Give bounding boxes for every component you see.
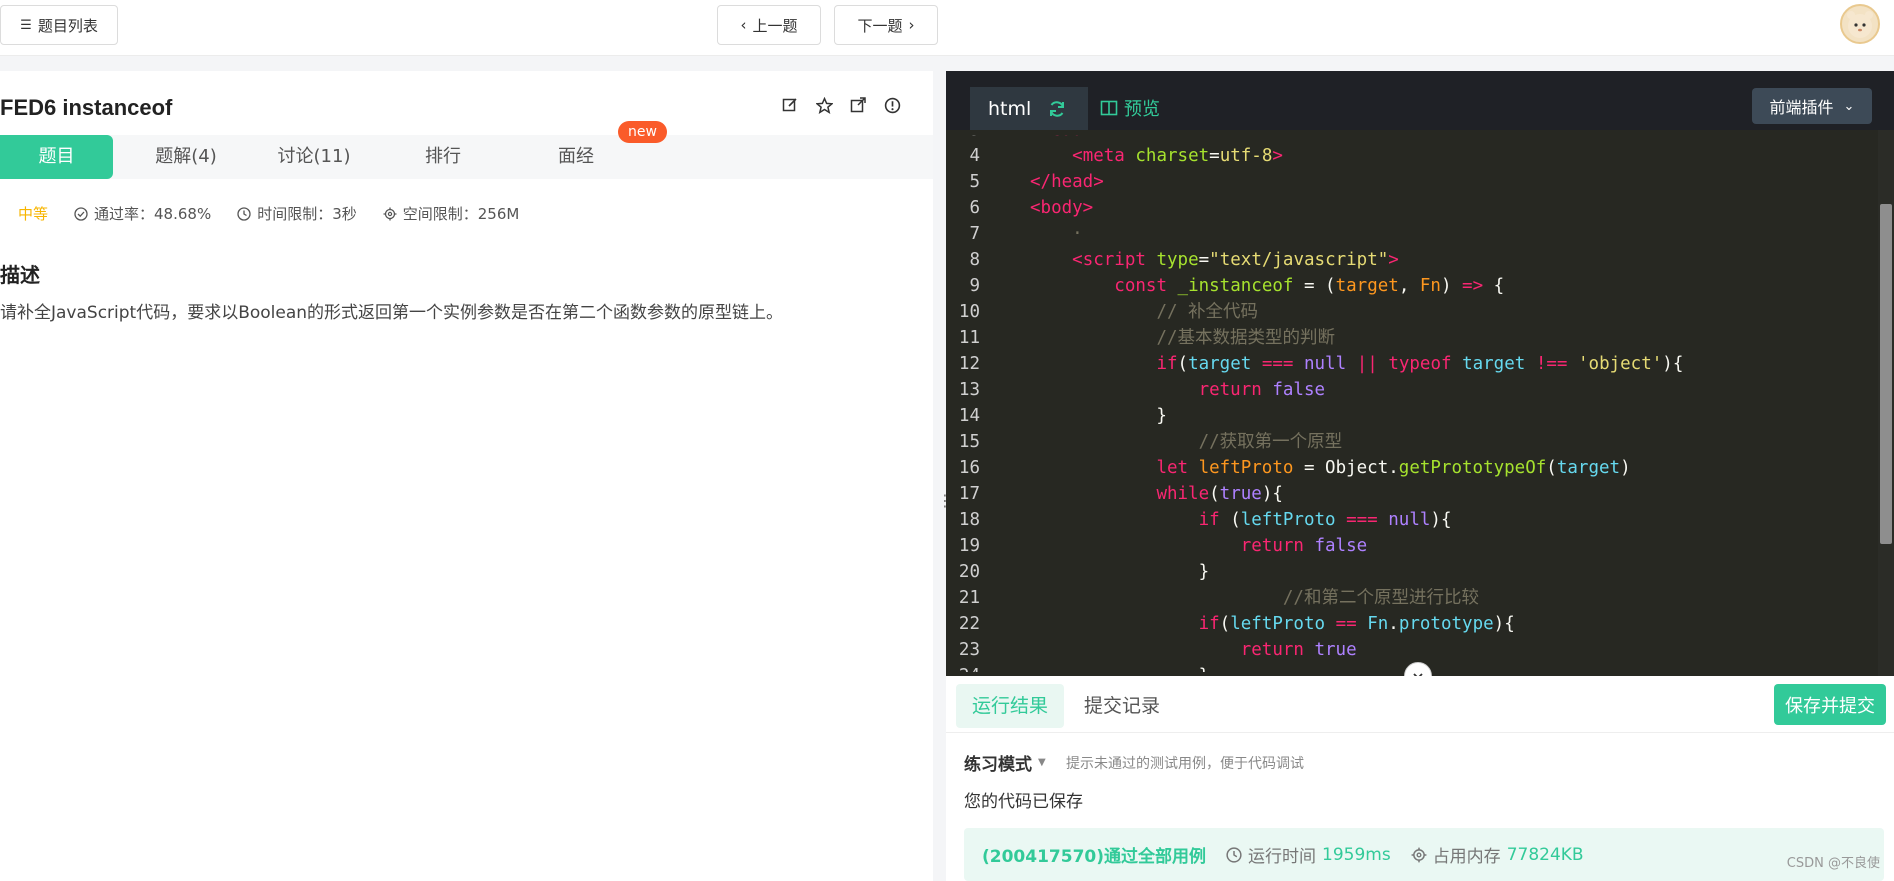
pass-rate-text: 通过率：48.68% bbox=[94, 205, 212, 223]
practice-mode-select[interactable]: 练习模式 ▼ bbox=[964, 750, 1046, 775]
scrollbar-thumb[interactable] bbox=[1880, 204, 1892, 544]
memory-stat: 占用内存 77824KB bbox=[1411, 842, 1584, 867]
tab-html-label: html bbox=[988, 97, 1032, 120]
chevron-right-icon: › bbox=[908, 16, 915, 34]
practice-mode-label: 练习模式 bbox=[964, 755, 1032, 775]
columns-icon bbox=[1100, 100, 1118, 116]
tab-submission-records[interactable]: 提交记录 bbox=[1068, 684, 1176, 728]
line-number: 24 bbox=[946, 663, 980, 672]
caret-down-icon: ▼ bbox=[1038, 757, 1046, 768]
memory-label: 占用内存 bbox=[1432, 847, 1501, 867]
line-number: 18 bbox=[958, 510, 980, 530]
chevron-left-icon: ‹ bbox=[740, 16, 747, 34]
line-number: 21 bbox=[958, 588, 980, 608]
line-number: 16 bbox=[958, 458, 980, 478]
watermark: CSDN @不良使 bbox=[1786, 856, 1880, 871]
tab-html[interactable]: html bbox=[970, 87, 1088, 130]
tab-solutions[interactable]: 题解(4) bbox=[130, 135, 242, 179]
top-bar: ☰ 题目列表 ‹ 上一题 下一题 › bbox=[0, 0, 1894, 56]
line-number: 4 bbox=[969, 146, 980, 166]
question-actions bbox=[780, 95, 902, 115]
line-number: 14 bbox=[958, 406, 980, 426]
line-number: 13 bbox=[958, 380, 980, 400]
question-title: FED6 instanceof bbox=[0, 95, 173, 120]
clock-icon bbox=[237, 206, 251, 221]
list-icon: ☰ bbox=[20, 17, 32, 33]
question-panel: FED6 instanceof 题目 题解(4) 讨论(11) 排行 面经 ne… bbox=[0, 71, 933, 881]
editor-header: html 预览 前端插件 ⌄ bbox=[946, 71, 1894, 130]
next-question-label: 下一题 bbox=[857, 16, 903, 35]
runtime-label: 运行时间 bbox=[1248, 847, 1316, 867]
line-number: 5 bbox=[969, 172, 980, 192]
new-badge: new bbox=[618, 121, 667, 143]
save-submit-button[interactable]: 保存并提交 bbox=[1774, 684, 1886, 725]
description-heading: 描述 bbox=[0, 263, 40, 287]
avatar-image bbox=[1847, 11, 1873, 38]
code-editor: html 预览 前端插件 ⌄ 3<head> 4 <meta charset=u… bbox=[946, 71, 1894, 690]
line-number: 15 bbox=[958, 432, 980, 452]
difficulty-badge: 中等 bbox=[18, 205, 49, 223]
plugin-dropdown[interactable]: 前端插件 ⌄ bbox=[1752, 88, 1872, 124]
result-tabs: 运行结果 提交记录 保存并提交 bbox=[946, 676, 1894, 733]
line-number: 11 bbox=[958, 328, 980, 348]
tab-ranking[interactable]: 排行 bbox=[387, 135, 499, 179]
tab-interview[interactable]: 面经 bbox=[520, 135, 632, 179]
line-number: 7 bbox=[969, 224, 980, 244]
line-number: 10 bbox=[958, 302, 980, 322]
editor-scrollbar[interactable] bbox=[1878, 130, 1894, 676]
space-limit: 空间限制：256M bbox=[383, 203, 520, 224]
space-limit-text: 空间限制：256M bbox=[402, 205, 520, 223]
line-number: 6 bbox=[969, 198, 980, 218]
line-number: 23 bbox=[958, 640, 980, 660]
plugin-label: 前端插件 bbox=[1769, 98, 1834, 117]
check-circle-icon bbox=[74, 206, 88, 221]
question-list-label: 题目列表 bbox=[37, 16, 98, 35]
question-tabs: 题目 题解(4) 讨论(11) 排行 面经 bbox=[0, 135, 933, 179]
line-number: 22 bbox=[958, 614, 980, 634]
refresh-icon[interactable] bbox=[1047, 99, 1067, 119]
line-number: 8 bbox=[969, 250, 980, 270]
runtime-value: 1959ms bbox=[1322, 844, 1391, 865]
question-meta: 中等 通过率：48.68% 时间限制：3秒 空间限制：256M bbox=[18, 203, 519, 224]
practice-mode-hint: 提示未通过的测试用例，便于代码调试 bbox=[1066, 756, 1304, 772]
prev-question-button[interactable]: ‹ 上一题 bbox=[717, 5, 821, 45]
tab-run-result[interactable]: 运行结果 bbox=[956, 684, 1065, 728]
preview-label: 预览 bbox=[1124, 99, 1160, 120]
code-area[interactable]: 3<head> 4 <meta charset=utf-8> 5</head> … bbox=[946, 135, 1876, 672]
panel-splitter[interactable]: ⋮ bbox=[933, 71, 953, 881]
line-number: 17 bbox=[958, 484, 980, 504]
chevron-down-icon: ⌄ bbox=[1843, 98, 1855, 114]
pass-status: (200417570)通过全部用例 bbox=[982, 847, 1206, 867]
tab-question[interactable]: 题目 bbox=[0, 135, 113, 179]
edit-icon[interactable] bbox=[780, 95, 800, 115]
test-result-box: (200417570)通过全部用例 运行时间 1959ms 占用内存 77824… bbox=[964, 828, 1884, 881]
tab-discussion[interactable]: 讨论(11) bbox=[258, 135, 370, 179]
runtime-stat: 运行时间 1959ms bbox=[1226, 842, 1391, 867]
prev-question-label: 上一题 bbox=[752, 16, 798, 35]
line-number: 9 bbox=[969, 276, 980, 296]
description-text: 请补全JavaScript代码，要求以Boolean的形式返回第一个实例参数是否… bbox=[0, 303, 784, 323]
gear-icon bbox=[1411, 847, 1427, 862]
share-icon[interactable] bbox=[848, 95, 868, 115]
pass-rate: 通过率：48.68% bbox=[74, 203, 211, 224]
next-question-button[interactable]: 下一题 › bbox=[834, 5, 938, 45]
line-number: 20 bbox=[958, 562, 980, 582]
question-list-button[interactable]: ☰ 题目列表 bbox=[0, 5, 118, 45]
info-icon[interactable] bbox=[882, 95, 902, 115]
clock-icon bbox=[1226, 846, 1242, 863]
memory-value: 77824KB bbox=[1506, 844, 1584, 865]
line-number: 12 bbox=[958, 354, 980, 374]
avatar[interactable] bbox=[1840, 4, 1880, 44]
result-panel: 运行结果 提交记录 保存并提交 练习模式 ▼ 提示未通过的测试用例，便于代码调试… bbox=[946, 676, 1894, 881]
line-number: 3 bbox=[946, 135, 980, 143]
gear-icon bbox=[383, 207, 397, 220]
time-limit-text: 时间限制：3秒 bbox=[257, 205, 357, 223]
line-number: 19 bbox=[958, 536, 980, 556]
preview-button[interactable]: 预览 bbox=[1100, 95, 1160, 121]
star-icon[interactable] bbox=[814, 95, 834, 115]
saved-message: 您的代码已保存 bbox=[964, 792, 1083, 812]
time-limit: 时间限制：3秒 bbox=[237, 203, 357, 224]
